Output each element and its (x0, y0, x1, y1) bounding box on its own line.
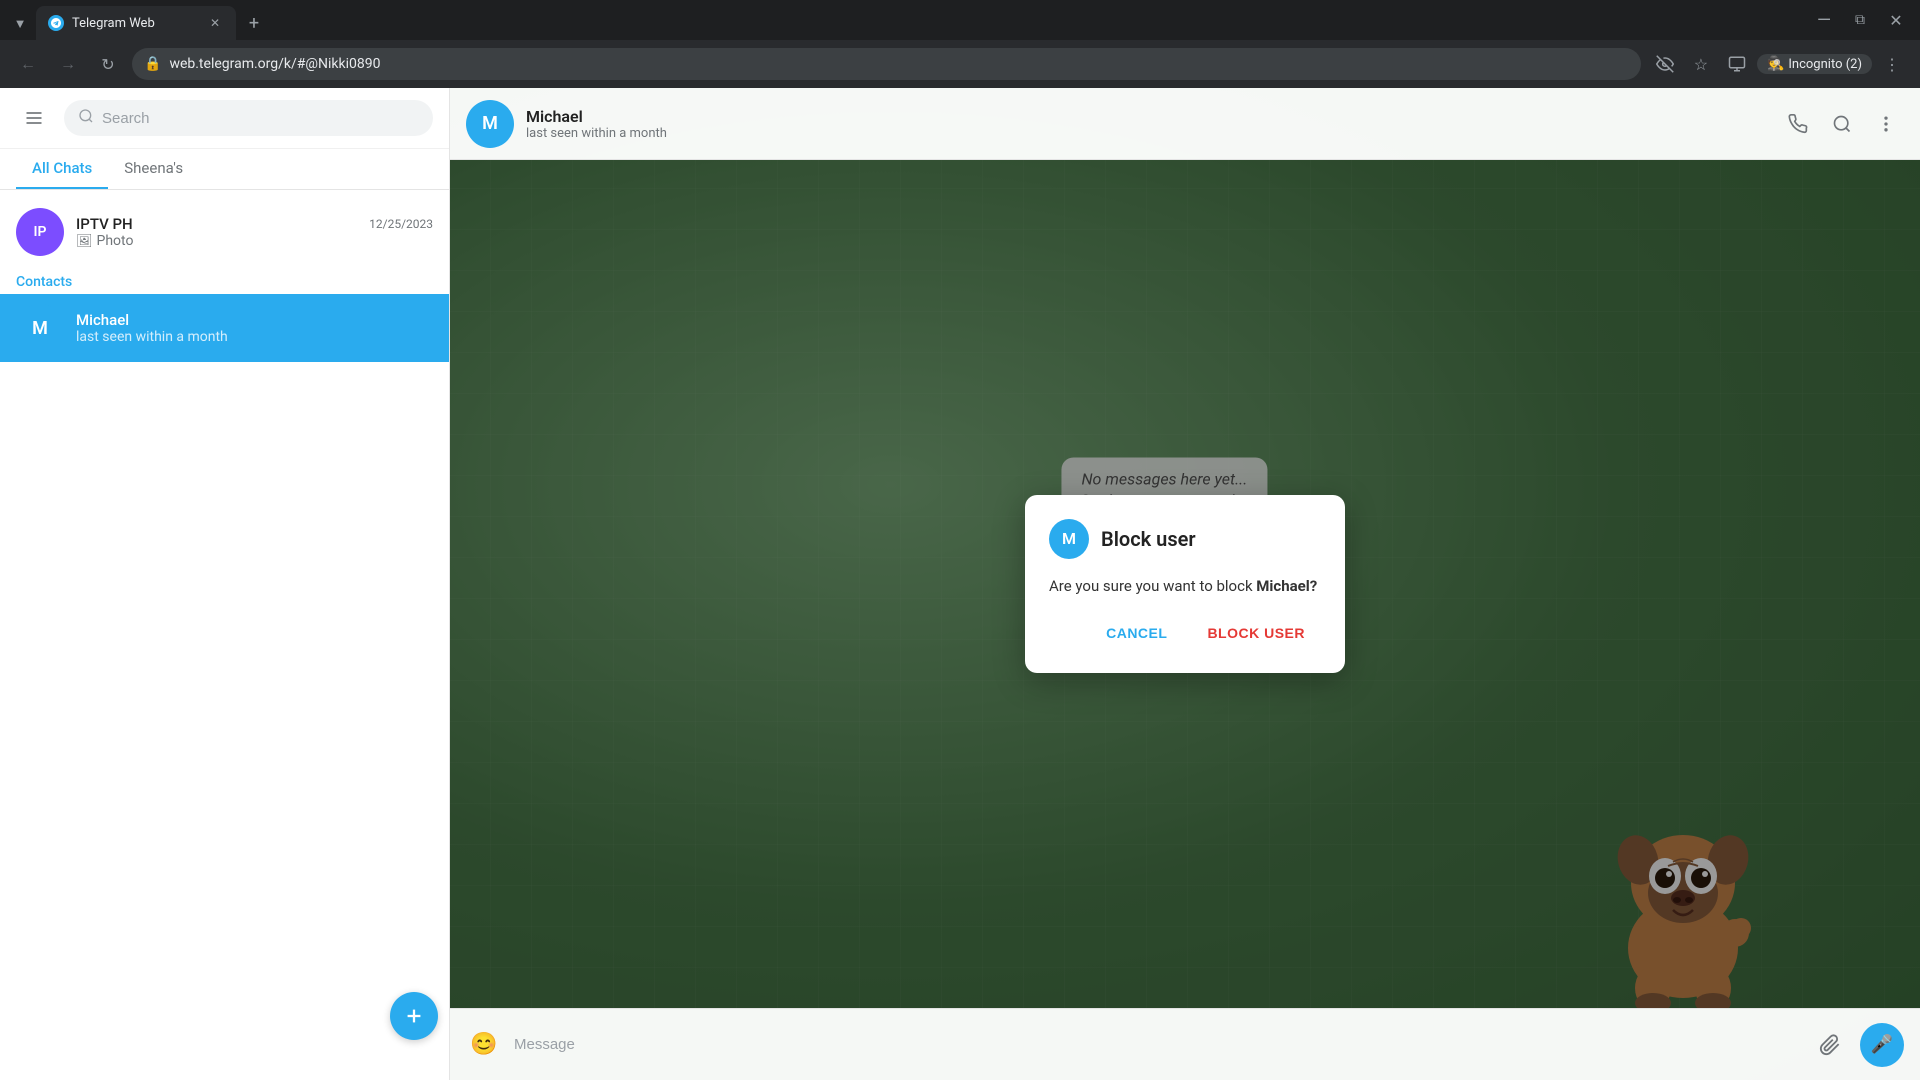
back-btn[interactable]: ← (12, 48, 44, 80)
restore-btn[interactable]: ⧉ (1844, 4, 1876, 36)
dialog-avatar: M (1049, 519, 1089, 559)
call-btn[interactable] (1780, 106, 1816, 142)
sidebar-tabs: All Chats Sheena's (0, 149, 449, 190)
block-user-dialog: M Block user Are you sure you want to bl… (1025, 495, 1345, 674)
emoji-btn[interactable]: 😊 (466, 1027, 502, 1063)
dialog-title: Block user (1101, 527, 1196, 551)
message-input[interactable] (514, 1025, 1800, 1065)
avatar-michael: M (16, 304, 64, 352)
search-icon (78, 108, 94, 128)
browser-toolbar-right: ☆ 🕵 Incognito (2) ⋮ (1649, 48, 1908, 80)
device-btn[interactable] (1721, 48, 1753, 80)
more-btn[interactable]: ⋮ (1876, 48, 1908, 80)
chat-header-status: last seen within a month (526, 126, 1768, 141)
browser-nav-bar: ← → ↻ 🔒 web.telegram.org/k/#@Nikki0890 ☆… (0, 40, 1920, 88)
dialog-title-row: M Block user (1049, 519, 1321, 559)
chat-header-info: Michael last seen within a month (526, 107, 1768, 141)
app-container: All Chats Sheena's IP IPTV PH 12/25/2023… (0, 88, 1920, 1080)
chat-time-iptv: 12/25/2023 (369, 217, 433, 231)
minimize-btn[interactable]: — (1808, 4, 1840, 36)
avatar-iptv: IP (16, 208, 64, 256)
url-text: web.telegram.org/k/#@Nikki0890 (169, 56, 1629, 72)
eye-slash-icon[interactable] (1649, 48, 1681, 80)
block-user-button[interactable]: BLOCK USER (1191, 617, 1321, 649)
voice-btn[interactable]: 🎤 (1860, 1023, 1904, 1067)
browser-tab-bar: ▼ Telegram Web ✕ + — ⧉ ✕ (0, 0, 1920, 40)
chat-background: No messages here yet... Send a message o… (450, 160, 1920, 1008)
chat-item-iptv[interactable]: IP IPTV PH 12/25/2023 🖼 Photo (0, 198, 449, 266)
tab-close-btn[interactable]: ✕ (206, 14, 224, 32)
attachment-btn[interactable] (1812, 1027, 1848, 1063)
dialog-body: Are you sure you want to block Michael? (1049, 575, 1321, 598)
chat-preview-iptv: 🖼 Photo (76, 233, 433, 249)
tab-title: Telegram Web (72, 16, 198, 31)
sidebar: All Chats Sheena's IP IPTV PH 12/25/2023… (0, 88, 450, 1080)
menu-btn[interactable] (16, 100, 52, 136)
chat-status-michael: last seen within a month (76, 329, 433, 345)
new-tab-btn[interactable]: + (240, 9, 268, 37)
chat-header-avatar: M (466, 100, 514, 148)
lock-icon: 🔒 (144, 56, 161, 72)
dialog-overlay: M Block user Are you sure you want to bl… (450, 160, 1920, 1008)
chat-list: IP IPTV PH 12/25/2023 🖼 Photo Contacts M (0, 190, 449, 1080)
chat-name-iptv: IPTV PH (76, 215, 133, 233)
forward-btn[interactable]: → (52, 48, 84, 80)
chat-input-bar: 😊 🎤 (450, 1008, 1920, 1080)
search-input[interactable] (102, 110, 419, 127)
dialog-actions: CANCEL BLOCK USER (1049, 617, 1321, 649)
more-options-btn[interactable] (1868, 106, 1904, 142)
compose-fab[interactable] (390, 992, 438, 1040)
search-chat-btn[interactable] (1824, 106, 1860, 142)
chat-name-michael: Michael (76, 311, 129, 329)
address-bar[interactable]: 🔒 web.telegram.org/k/#@Nikki0890 (132, 48, 1641, 80)
chat-header-actions (1780, 106, 1904, 142)
browser-tab-telegram[interactable]: Telegram Web ✕ (36, 6, 236, 40)
main-chat: M Michael last seen within a month (450, 88, 1920, 1080)
star-btn[interactable]: ☆ (1685, 48, 1717, 80)
refresh-btn[interactable]: ↻ (92, 48, 124, 80)
incognito-badge: 🕵 Incognito (2) (1757, 54, 1872, 74)
tab-sheenas[interactable]: Sheena's (108, 149, 199, 189)
close-btn[interactable]: ✕ (1880, 4, 1912, 36)
tab-favicon (48, 15, 64, 31)
tab-all-chats[interactable]: All Chats (16, 149, 108, 189)
browser-chrome: ▼ Telegram Web ✕ + — ⧉ ✕ ← → ↻ 🔒 web.tel… (0, 0, 1920, 88)
chat-header: M Michael last seen within a month (450, 88, 1920, 160)
chat-header-name: Michael (526, 107, 1768, 126)
chat-info-iptv: IPTV PH 12/25/2023 🖼 Photo (76, 215, 433, 249)
cancel-button[interactable]: CANCEL (1090, 617, 1183, 649)
tab-list-btn[interactable]: ▼ (8, 12, 32, 36)
contacts-label: Contacts (0, 266, 449, 294)
chat-info-michael: Michael last seen within a month (76, 311, 433, 345)
sidebar-header (0, 88, 449, 149)
chat-item-michael[interactable]: M Michael last seen within a month (0, 294, 449, 362)
search-bar[interactable] (64, 100, 433, 136)
